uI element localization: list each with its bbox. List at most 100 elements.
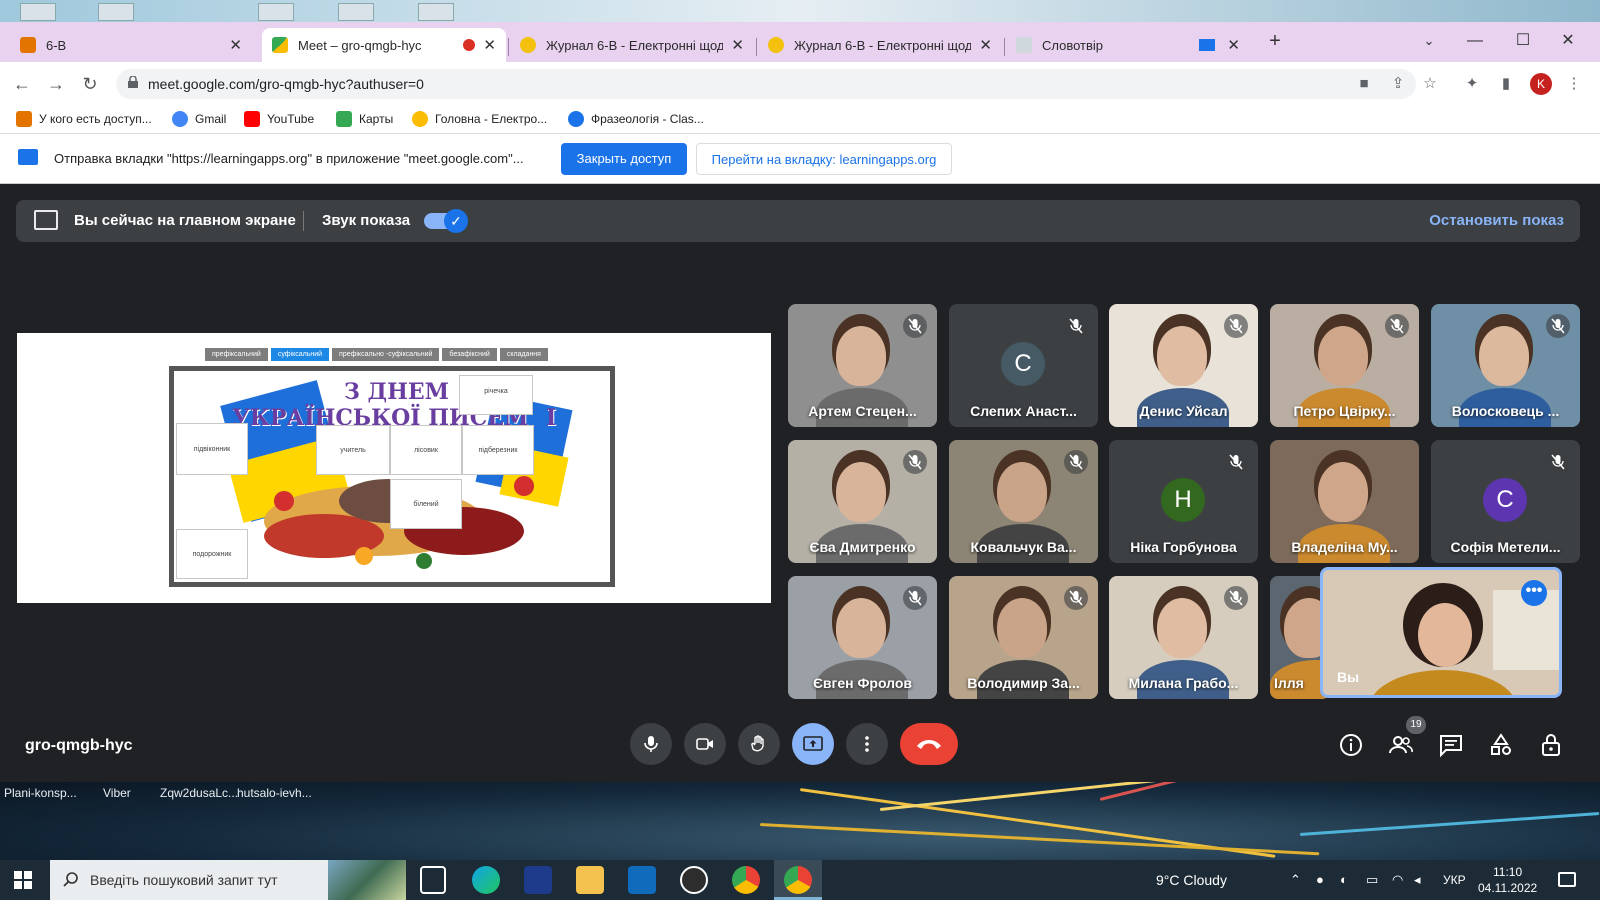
profile-avatar[interactable]: K [1530,73,1552,95]
tab-6v[interactable]: 6-В ✕ [10,28,252,62]
chrome-active-task[interactable] [774,860,822,900]
puzzle-piece[interactable]: подорожник [176,529,248,579]
participant-tile[interactable]: Волосковець ... [1431,304,1580,427]
app-icon[interactable] [680,866,708,894]
participant-tile[interactable]: Артем Стецен... [788,304,937,427]
puzzle-piece[interactable]: підберезник [462,425,534,475]
volume-icon[interactable]: ◂ [1414,872,1421,888]
host-controls-icon[interactable] [1538,732,1564,758]
close-icon[interactable]: ✕ [1227,36,1240,54]
bookmark-item[interactable]: Карты [336,111,393,127]
more-options-icon[interactable]: ••• [1521,580,1547,606]
bookmark-item[interactable]: YouTube [244,111,314,127]
mic-muted-icon [1064,586,1088,610]
goto-tab-button[interactable]: Перейти на вкладку: learningapps.org [696,143,952,175]
puzzle-piece[interactable]: річечка [459,375,533,415]
bookmark-item[interactable]: Gmail [172,111,226,127]
extensions-icon[interactable]: ✦ [1462,74,1482,94]
maximize-icon[interactable]: ☐ [1500,26,1546,56]
reload-icon[interactable]: ↻ [78,72,102,96]
close-icon[interactable]: ✕ [731,36,744,54]
camera-button[interactable] [684,723,726,765]
battery-icon[interactable]: ▭ [1366,872,1378,888]
show-hidden-icons-icon[interactable]: ⌃ [1290,872,1301,888]
mail-icon[interactable] [628,866,656,894]
chat-icon[interactable] [1438,732,1464,758]
side-panel-icon[interactable]: ▮ [1496,74,1516,94]
activities-icon[interactable] [1488,732,1514,758]
participant-tile[interactable]: Єва Дмитренко [788,440,937,563]
participant-tile[interactable]: С Софія Метели... [1431,440,1580,563]
participant-face [836,598,886,658]
notifications-icon[interactable] [1558,872,1576,887]
leave-call-button[interactable] [900,723,958,765]
tab-search-icon[interactable]: ⌄ [1406,26,1452,56]
close-icon[interactable]: ✕ [979,36,992,54]
weather-widget[interactable]: 9°C Cloudy [1156,872,1227,888]
participant-tile[interactable]: Н Ніка Горбунова [1109,440,1258,563]
taskbar-search-box[interactable]: Введіть пошуковий запит тут [50,860,406,900]
bookmark-item[interactable]: У кого есть доступ... [16,111,152,127]
puzzle-piece[interactable]: лісовик [390,425,462,475]
participant-tile[interactable]: Петро Цвірку... [1270,304,1419,427]
participant-tile[interactable]: Денис Уйсал [1109,304,1258,427]
tab-journal-2[interactable]: Журнал 6-В - Електронні щоден ✕ [758,28,1002,62]
participant-tile[interactable]: Євген Фролов [788,576,937,699]
raise-hand-button[interactable] [738,723,780,765]
desktop-icon-label[interactable]: Viber [103,786,131,800]
windows-start-icon[interactable] [14,871,32,889]
participant-tile[interactable]: Володимир За... [949,576,1098,699]
new-tab-button[interactable]: + [1252,26,1298,56]
close-icon[interactable]: ✕ [229,36,242,54]
mic-button[interactable] [630,723,672,765]
camera-icon[interactable]: ■ [1354,74,1374,94]
back-icon[interactable]: ← [10,72,34,96]
puzzle-piece[interactable]: учитель [316,425,390,475]
more-options-button[interactable] [846,723,888,765]
menu-icon[interactable]: ⋮ [1564,74,1584,94]
wifi-icon[interactable]: ◠ [1392,872,1403,888]
puzzle-piece[interactable]: підвіконник [176,423,248,475]
tab-slovotvir[interactable]: Словотвір ✕ [1006,28,1250,62]
stop-presenting-button[interactable]: Остановить показ [1429,212,1564,229]
participant-tile[interactable]: Ковальчук Ва... [949,440,1098,563]
participant-tile[interactable]: Владеліна Му... [1270,440,1419,563]
bookmark-item[interactable]: Головна - Електро... [412,111,547,127]
puzzle-piece[interactable]: білений [390,479,462,529]
close-access-button[interactable]: Закрыть доступ [561,143,687,175]
file-explorer-icon[interactable] [576,866,604,894]
tab-journal-1[interactable]: Журнал 6-В - Електронні щоден ✕ [510,28,754,62]
people-icon[interactable] [1388,732,1414,758]
edge-icon[interactable] [472,866,500,894]
chrome-icon[interactable] [732,866,760,894]
participant-face [836,326,886,386]
clock[interactable]: 11:10 04.11.2022 [1478,864,1537,896]
bookmark-star-icon[interactable]: ☆ [1420,74,1440,94]
share-icon[interactable]: ⇪ [1388,74,1408,94]
store-icon[interactable] [524,866,552,894]
participant-tile[interactable]: С Слепих Анаст... [949,304,1098,427]
meeting-info-icon[interactable] [1338,732,1364,758]
self-video-tile[interactable]: Вы ••• [1320,567,1562,698]
desktop-thumb [418,3,454,21]
forward-icon[interactable]: → [44,72,68,96]
participant-tile[interactable]: Милана Грабо... [1109,576,1258,699]
language-indicator[interactable]: УКР [1443,873,1466,887]
address-bar[interactable]: meet.google.com/gro-qmgb-hyc?authuser=0 [116,69,1416,99]
tab-meet[interactable]: Meet – gro-qmgb-hyc ✕ [262,28,506,62]
window-close-icon[interactable]: ✕ [1548,26,1588,56]
microphone-tray-icon[interactable]: ● [1316,872,1324,887]
present-button[interactable] [792,723,834,765]
participant-avatar: С [1001,342,1045,386]
desktop-icon-label[interactable]: hutsalo-ievh... [237,786,312,800]
network-tray-icon[interactable]: ◐ [1340,872,1348,887]
participant-face [1157,326,1207,386]
sound-toggle[interactable]: ✓ [424,209,468,233]
close-icon[interactable]: ✕ [483,36,496,54]
minimize-icon[interactable]: — [1452,26,1498,56]
task-view-icon[interactable] [420,866,446,894]
bookmark-item[interactable]: Фразеологія - Clas... [568,111,704,127]
desktop-icon-label[interactable]: Plani-konsp... [4,786,77,800]
desktop-icon-label[interactable]: Zqw2dusaLc... [160,786,238,800]
tab-sharing-infobar: Отправка вкладки "https://learningapps.o… [0,134,1600,184]
